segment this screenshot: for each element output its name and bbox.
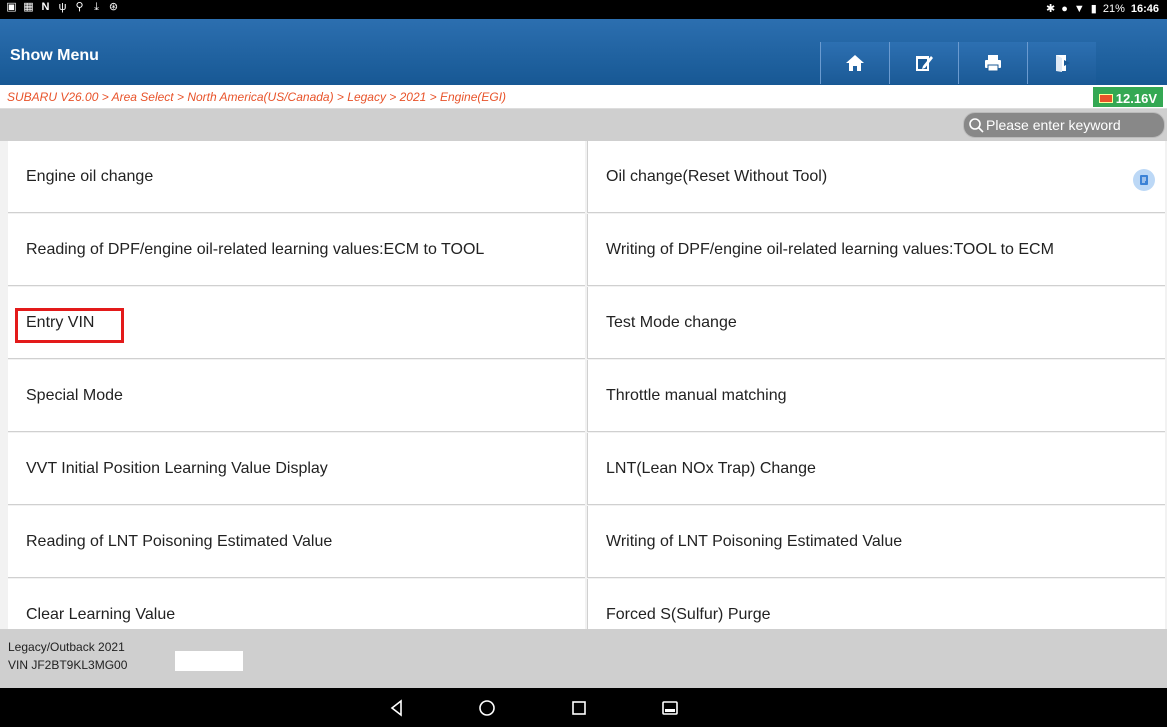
menu-item[interactable]: Clear Learning Value bbox=[8, 579, 585, 629]
menu-item-label: LNT(Lean NOx Trap) Change bbox=[606, 459, 816, 477]
app-icon: ▦ bbox=[23, 1, 34, 13]
breadcrumb: SUBARU V26.00 > Area Select > North Amer… bbox=[7, 90, 507, 104]
toolbar bbox=[820, 42, 1096, 84]
menu-grid: Engine oil change Oil change(Reset Witho… bbox=[0, 141, 1167, 629]
menu-item[interactable]: Engine oil change bbox=[8, 141, 585, 213]
menu-item[interactable]: Forced S(Sulfur) Purge bbox=[587, 579, 1165, 629]
status-icons-right: ✱ ● ▼ ▮ 21% 16:46 bbox=[1046, 2, 1159, 16]
vehicle-info-footer: Legacy/Outback 2021 VIN JF2BT9KL3MG00 bbox=[0, 629, 1167, 688]
highlight-box bbox=[15, 308, 124, 343]
menu-row: Engine oil change Oil change(Reset Witho… bbox=[0, 141, 1167, 213]
battery-icon: ▮ bbox=[1090, 3, 1097, 15]
n-icon: N bbox=[41, 1, 50, 13]
menu-row: Reading of DPF/engine oil-related learni… bbox=[0, 214, 1167, 286]
battery-level: 21% bbox=[1102, 2, 1125, 15]
edit-report-button[interactable] bbox=[889, 42, 958, 84]
menu-item[interactable]: Throttle manual matching bbox=[587, 360, 1165, 432]
menu-item[interactable]: Reading of LNT Poisoning Estimated Value bbox=[8, 506, 585, 578]
breadcrumb-bar: SUBARU V26.00 > Area Select > North Amer… bbox=[0, 85, 1167, 109]
menu-row: VVT Initial Position Learning Value Disp… bbox=[0, 433, 1167, 505]
vin-label: VIN JF2BT9KL3MG00 bbox=[8, 658, 128, 672]
bluetooth-icon: ✱ bbox=[1046, 3, 1056, 15]
menu-row: Reading of LNT Poisoning Estimated Value… bbox=[0, 506, 1167, 578]
vehicle-name: Legacy/Outback 2021 bbox=[8, 640, 125, 654]
recents-icon[interactable] bbox=[569, 698, 589, 718]
vin-redaction bbox=[175, 651, 243, 671]
image-icon: ▣ bbox=[6, 1, 17, 13]
wifi-icon: ▼ bbox=[1073, 2, 1085, 15]
menu-item-label: Engine oil change bbox=[26, 167, 154, 185]
clock: 16:46 bbox=[1130, 2, 1159, 15]
menu-item-label: Test Mode change bbox=[606, 313, 737, 331]
title-bar: Show Menu bbox=[0, 19, 1167, 85]
menu-row: Special Mode Throttle manual matching bbox=[0, 360, 1167, 432]
status-icons-left: ▣ ▦ N ψ ⚲ ⤓ ⊛ bbox=[6, 2, 119, 13]
usb-icon: ψ bbox=[58, 1, 67, 13]
back-icon[interactable] bbox=[387, 698, 407, 718]
home-icon bbox=[846, 55, 864, 71]
status-bar: ▣ ▦ N ψ ⚲ ⤓ ⊛ ✱ ● ▼ ▮ 21% 16:46 bbox=[0, 0, 1167, 19]
menu-item-label: Reading of LNT Poisoning Estimated Value bbox=[26, 532, 333, 550]
home-nav-icon[interactable] bbox=[477, 698, 497, 718]
search-strip: Please enter keyword bbox=[0, 109, 1167, 141]
print-button[interactable] bbox=[958, 42, 1027, 84]
menu-item[interactable]: Reading of DPF/engine oil-related learni… bbox=[8, 214, 585, 286]
menu-item-label: Reading of DPF/engine oil-related learni… bbox=[26, 240, 485, 258]
menu-item-label: Clear Learning Value bbox=[26, 605, 176, 623]
mute-icon: ⊛ bbox=[108, 1, 119, 13]
page-title: Show Menu bbox=[10, 47, 99, 64]
search-placeholder: Please enter keyword bbox=[986, 117, 1121, 133]
menu-item-label: VVT Initial Position Learning Value Disp… bbox=[26, 459, 328, 477]
edit-report-icon bbox=[916, 56, 933, 71]
voltage-badge: 12.16V bbox=[1092, 87, 1163, 107]
menu-item[interactable]: LNT(Lean NOx Trap) Change bbox=[587, 433, 1165, 505]
menu-item-label: Throttle manual matching bbox=[606, 386, 787, 404]
screenshot-icon[interactable] bbox=[660, 698, 680, 718]
menu-item-label: Forced S(Sulfur) Purge bbox=[606, 605, 771, 623]
voice-icon: ⚲ bbox=[75, 1, 84, 13]
menu-item[interactable]: Writing of DPF/engine oil-related learni… bbox=[587, 214, 1165, 286]
menu-row: Entry VIN Test Mode change bbox=[0, 287, 1167, 359]
menu-item-label: Oil change(Reset Without Tool) bbox=[606, 167, 828, 185]
menu-item-label: Writing of LNT Poisoning Estimated Value bbox=[606, 532, 903, 550]
menu-item[interactable]: Special Mode bbox=[8, 360, 585, 432]
navigation-bar bbox=[0, 688, 1167, 727]
menu-item[interactable]: Oil change(Reset Without Tool) bbox=[587, 141, 1165, 213]
menu-item[interactable]: Test Mode change bbox=[587, 287, 1165, 359]
home-button[interactable] bbox=[820, 42, 889, 84]
exit-icon bbox=[1056, 55, 1070, 72]
menu-item[interactable]: Writing of LNT Poisoning Estimated Value bbox=[587, 506, 1165, 578]
menu-item[interactable]: VVT Initial Position Learning Value Disp… bbox=[8, 433, 585, 505]
voltage-value: 12.16V bbox=[1115, 90, 1157, 106]
battery-voltage-icon bbox=[1098, 93, 1113, 103]
download-icon: ⤓ bbox=[94, 1, 99, 13]
menu-item-label: Writing of DPF/engine oil-related learni… bbox=[606, 240, 1054, 258]
print-icon bbox=[985, 55, 1001, 72]
search-input[interactable]: Please enter keyword bbox=[963, 112, 1165, 138]
search-icon bbox=[969, 118, 984, 133]
document-icon[interactable] bbox=[1133, 169, 1155, 191]
exit-button[interactable] bbox=[1027, 42, 1096, 84]
menu-row: Clear Learning Value Forced S(Sulfur) Pu… bbox=[0, 579, 1167, 629]
dnd-icon: ● bbox=[1061, 2, 1068, 15]
menu-item-label: Special Mode bbox=[26, 386, 123, 404]
